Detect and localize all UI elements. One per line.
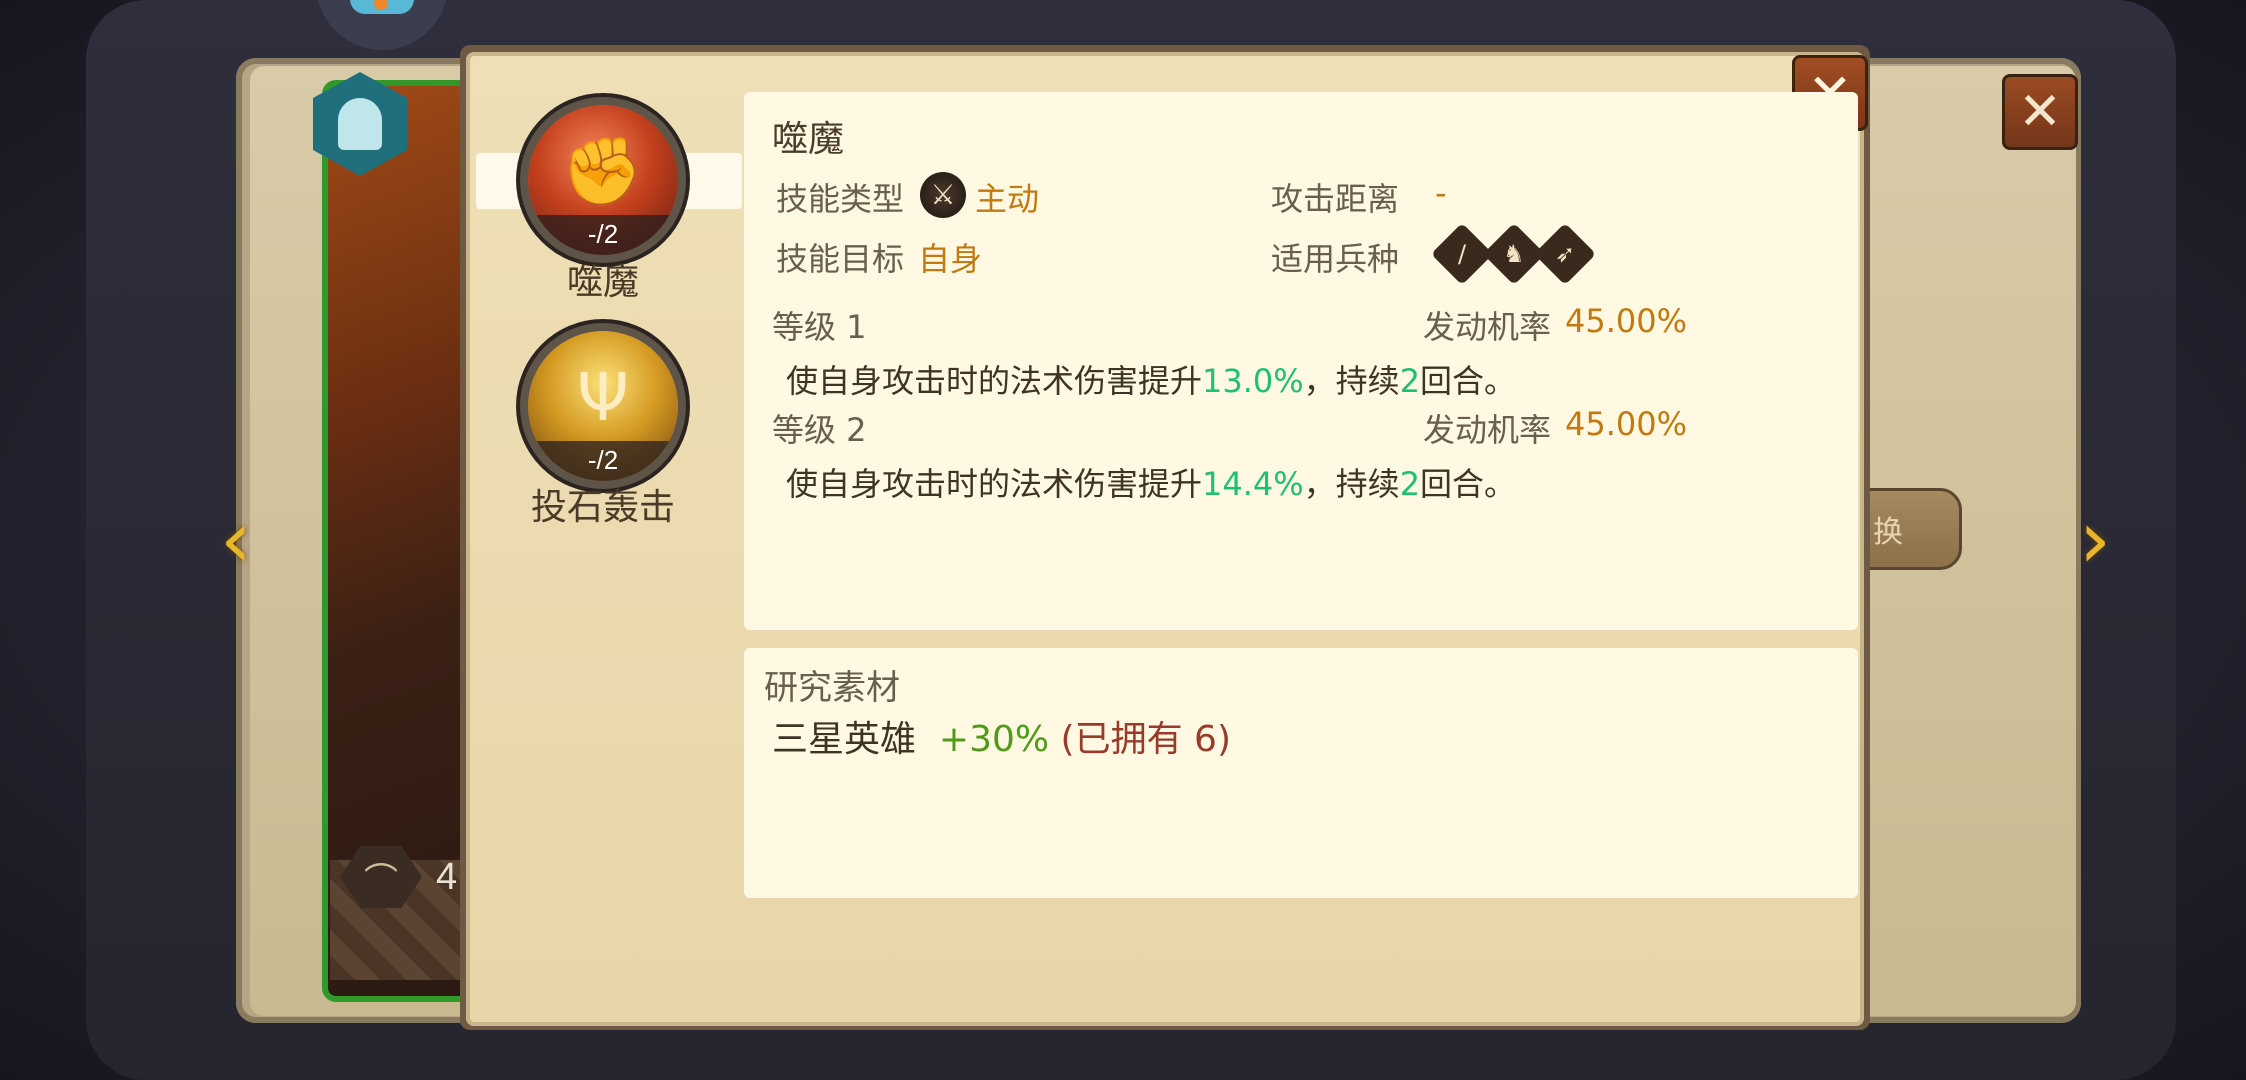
attack-range-label: 攻击距离 [1271, 180, 1400, 218]
skill-level-badge: -/2 [528, 215, 678, 255]
level-2-description: 使自身攻击时的法术伤害提升14.4%，持续2回合。 [786, 465, 1517, 503]
level-2-label: 等级 2 [772, 411, 867, 449]
level-1-description: 使自身攻击时的法术伤害提升13.0%，持续2回合。 [786, 362, 1517, 400]
next-hero-arrow-icon[interactable]: › [2074, 485, 2116, 595]
material-owned-count: (已拥有 6) [1060, 719, 1231, 760]
skill-detail-title: 噬魔 [772, 119, 845, 160]
skill-item-1[interactable]: ✊ -/2 [528, 105, 678, 255]
level-1-turns-value: 2 [1399, 362, 1421, 400]
material-bonus: +30% [938, 719, 1050, 760]
previous-hero-arrow-icon[interactable]: ‹ [215, 485, 257, 595]
level-1-label: 等级 1 [772, 308, 867, 346]
troop-types-label: 适用兵种 [1271, 240, 1400, 278]
level-2-damage-value: 14.4% [1202, 465, 1304, 503]
active-skill-icon: ⚔ [920, 172, 966, 218]
research-material-row: 三星英雄 +30% (已拥有 6) [772, 710, 1231, 762]
level-1-damage-value: 13.0% [1202, 362, 1304, 400]
hero-panel-close-button[interactable]: ✕ [2002, 74, 2078, 150]
research-materials-panel [744, 648, 1858, 898]
skill-type-value: 主动 [975, 180, 1040, 218]
skill-target-value: 自身 [918, 240, 983, 278]
material-name: 三星英雄 [772, 719, 917, 760]
skill-type-label: 技能类型 [776, 180, 905, 218]
trident-icon: Ψ -/2 [528, 331, 678, 481]
hero-stat-value: 4 [436, 856, 458, 898]
level-2-rate-value: 45.00% [1565, 405, 1688, 443]
skill-level-badge: -/2 [528, 441, 678, 481]
skill-name: 投石轰击 [530, 487, 675, 528]
fist-icon: ✊ -/2 [528, 105, 678, 255]
attack-range-value: - [1435, 174, 1447, 212]
skill-item-2[interactable]: Ψ -/2 [528, 331, 678, 481]
research-title: 研究素材 [764, 668, 900, 708]
level-1-rate-value: 45.00% [1565, 302, 1688, 340]
skill-target-label: 技能目标 [776, 240, 905, 278]
skill-name: 噬魔 [566, 262, 639, 303]
level-2-turns-value: 2 [1399, 465, 1421, 503]
level-1-rate-label: 发动机率 [1423, 308, 1552, 346]
level-2-rate-label: 发动机率 [1423, 411, 1552, 449]
